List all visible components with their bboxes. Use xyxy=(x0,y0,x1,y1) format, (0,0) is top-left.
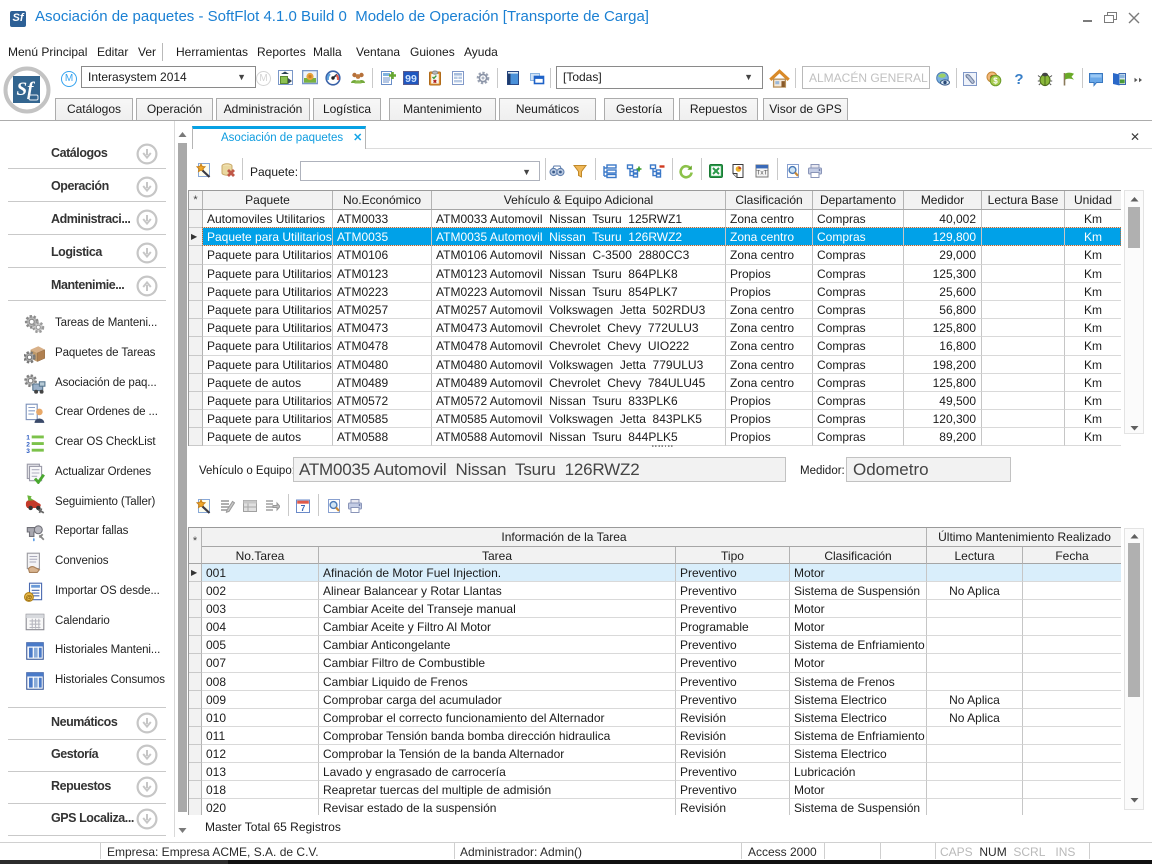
svg-text:3: 3 xyxy=(26,448,30,454)
svg-text:99: 99 xyxy=(405,73,417,85)
svg-text:7: 7 xyxy=(301,503,306,513)
svg-text:?: ? xyxy=(1014,71,1023,87)
svg-text:Sf: Sf xyxy=(17,79,36,100)
svg-text:TxT: TxT xyxy=(756,170,767,177)
svg-text:@: @ xyxy=(26,594,33,601)
svg-text:$: $ xyxy=(993,77,998,86)
